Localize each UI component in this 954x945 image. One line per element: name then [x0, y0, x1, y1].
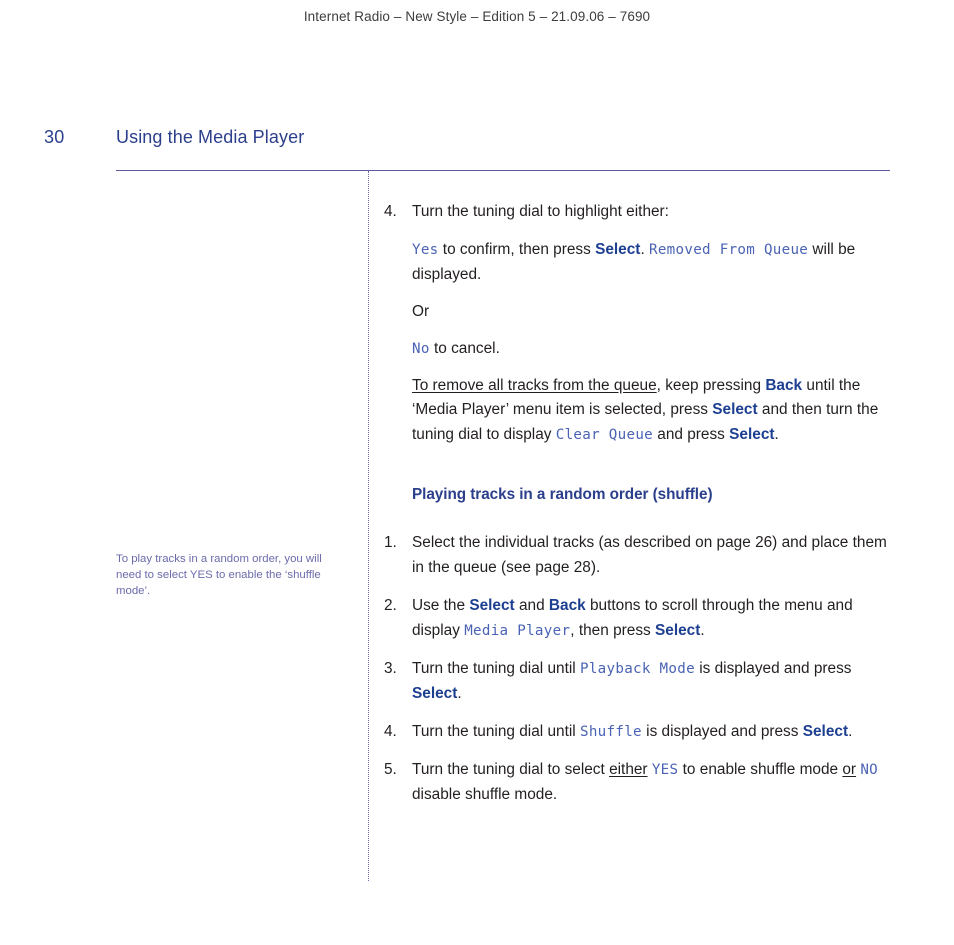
text-run: . [457, 684, 462, 702]
button-label-select: Select [712, 401, 758, 419]
running-header: Internet Radio – New Style – Edition 5 –… [303, 9, 651, 24]
lcd-label-yes: Yes [412, 241, 439, 258]
button-label-select: Select [469, 597, 515, 615]
list-marker: 2. [384, 597, 397, 615]
underlined-word-either: either [609, 760, 648, 778]
text-run: to confirm, then press [438, 240, 596, 258]
no-paragraph: No to cancel. [384, 337, 894, 362]
text-run: , then press [570, 621, 655, 639]
side-note: To play tracks in a random order, you wi… [116, 553, 322, 598]
text-run: and press [653, 426, 730, 444]
lcd-label-playback-mode: Playback Mode [579, 660, 695, 677]
text-run: . [774, 426, 779, 444]
yes-paragraph: Yes to confirm, then press Select. Remov… [384, 238, 894, 288]
text-run: . [848, 722, 853, 740]
underlined-phrase: To remove all tracks from the queue [412, 376, 657, 394]
text-run: Turn the tuning dial until [412, 659, 580, 677]
lcd-label-removed-from-queue: Removed From Queue [649, 241, 809, 258]
text-run: to enable shuffle mode [678, 760, 843, 778]
button-label-back: Back [765, 376, 803, 394]
button-label-select: Select [802, 722, 849, 740]
text-run: . [640, 240, 649, 258]
button-label-select: Select [412, 684, 458, 702]
button-label-select: Select [729, 426, 775, 444]
text-run: . [700, 621, 705, 639]
text-run: , keep pressing [656, 376, 766, 394]
list-item: 4. Turn the tuning dial until Shuffle is … [384, 720, 894, 745]
section-heading: Playing tracks in a random order (shuffl… [412, 486, 713, 504]
underlined-word-or: or [842, 760, 857, 778]
lcd-label-shuffle: Shuffle [579, 723, 642, 740]
list-item: 2. Use the Select and Back buttons to scr… [384, 594, 894, 644]
text-run: Use the [412, 597, 470, 615]
remove-all-paragraph: To remove all tracks from the queue, kee… [384, 374, 894, 449]
text-run: is displayed and press [694, 659, 852, 677]
button-label-select: Select [655, 621, 701, 639]
lcd-label-yes: YES [651, 761, 679, 778]
button-label-select: Select [595, 240, 641, 258]
list-marker: 5. [384, 760, 397, 778]
page-number: 30 [44, 127, 65, 147]
list-marker: 4. [384, 203, 397, 220]
lcd-label-clear-queue: Clear Queue [555, 427, 654, 444]
text-run: disable shuffle mode. [412, 785, 558, 803]
text-run: is displayed and press [641, 722, 803, 740]
lcd-label-media-player: Media Player [464, 622, 571, 639]
list-marker: 4. [384, 722, 397, 740]
list-marker: 1. [384, 534, 397, 552]
list-item: 3. Turn the tuning dial until Playback Mo… [384, 657, 894, 707]
text-run: Turn the tuning dial to select [412, 760, 610, 778]
list-item: 5. Turn the tuning dial to select either … [384, 758, 894, 808]
page-title: Using the Media Player [116, 127, 305, 147]
text-run: and [514, 597, 549, 615]
or-paragraph: Or [412, 302, 430, 320]
list-item: 1. Select the individual tracks (as desc… [384, 531, 894, 581]
list-item-text: Select the individual tracks (as describ… [412, 534, 887, 577]
main-content-column: 4. Turn the tuning dial to highlight eit… [384, 200, 894, 807]
list-marker: 3. [384, 659, 397, 677]
list-item: 4. Turn the tuning dial to highlight eit… [384, 200, 894, 225]
text-run: to cancel. [429, 339, 500, 357]
lcd-label-no: No [412, 340, 430, 357]
text-run: Turn the tuning dial until [412, 722, 580, 740]
button-label-back: Back [548, 597, 586, 615]
lcd-label-no: NO [860, 761, 879, 778]
vertical-dotted-divider [368, 171, 369, 881]
list-item-text: Turn the tuning dial to highlight either… [412, 203, 669, 220]
horizontal-divider [116, 170, 890, 171]
